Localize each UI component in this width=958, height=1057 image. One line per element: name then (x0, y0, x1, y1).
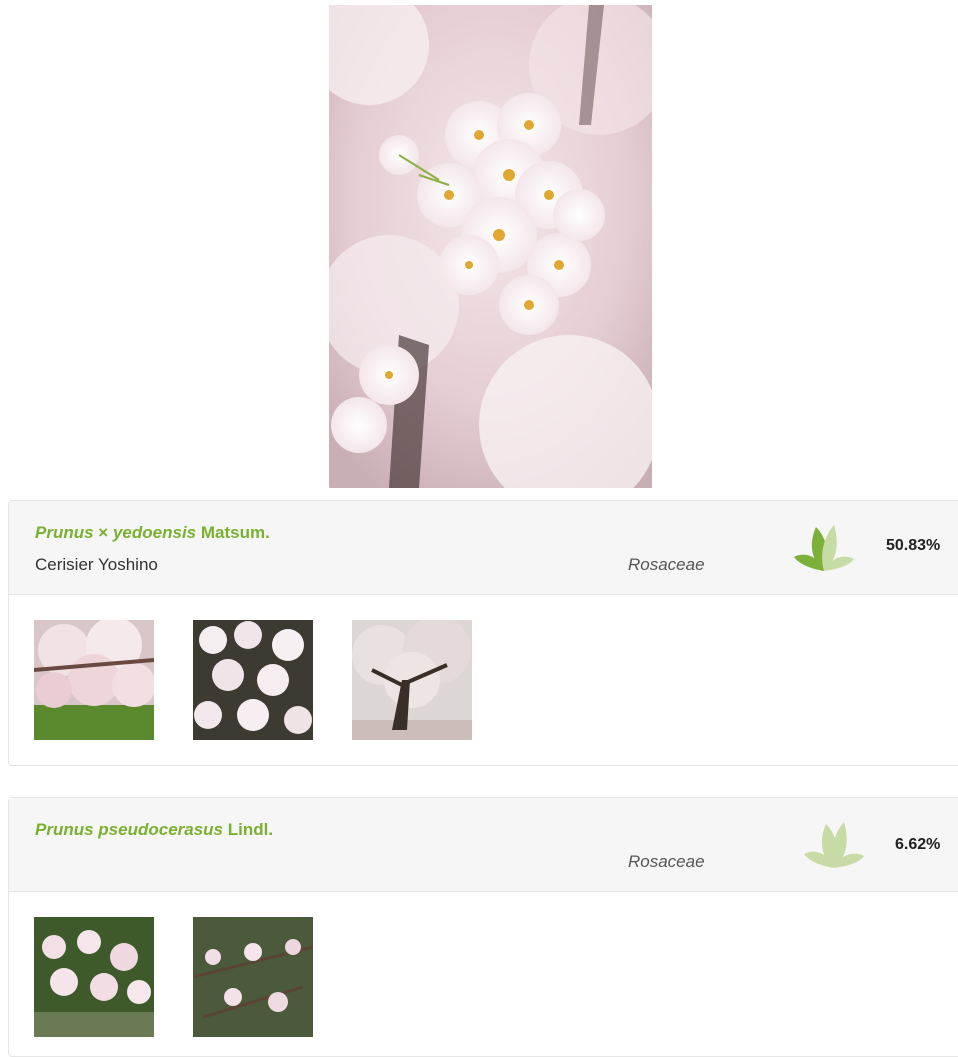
thumbnail[interactable] (193, 620, 313, 740)
thumbnail[interactable] (193, 917, 313, 1037)
thumbnail[interactable] (352, 620, 472, 740)
result-card[interactable]: Prunus pseudocerasus Lindl. Rosaceae 6.6… (8, 797, 958, 1057)
thumbnail[interactable] (34, 620, 154, 740)
author: Matsum. (200, 523, 270, 542)
species-epithet: yedoensis (112, 523, 197, 542)
thumbnail[interactable] (34, 917, 154, 1037)
hybrid-sign: × (98, 523, 109, 542)
query-photo (329, 5, 652, 488)
common-name: Cerisier Yoshino (35, 555, 158, 574)
scientific-name[interactable]: Prunus × yedoensis Matsum. (35, 523, 270, 543)
scientific-name[interactable]: Prunus pseudocerasus Lindl. (35, 820, 273, 840)
genus: Prunus (35, 523, 94, 542)
species-epithet: pseudocerasus (98, 820, 224, 839)
genus: Prunus (35, 820, 94, 839)
leaf-score-icon (804, 822, 864, 868)
result-card[interactable]: Prunus × yedoensis Matsum. Cerisier Yosh… (8, 500, 958, 766)
leaf-score-icon (794, 525, 854, 571)
confidence-score: 6.62% (895, 836, 941, 853)
result-header[interactable]: Prunus pseudocerasus Lindl. Rosaceae 6.6… (9, 798, 958, 892)
result-header[interactable]: Prunus × yedoensis Matsum. Cerisier Yosh… (9, 501, 958, 595)
confidence-score: 50.83% (886, 537, 941, 554)
family-name: Rosaceae (628, 555, 705, 574)
author: Lindl. (227, 820, 274, 839)
family-name: Rosaceae (628, 852, 705, 871)
